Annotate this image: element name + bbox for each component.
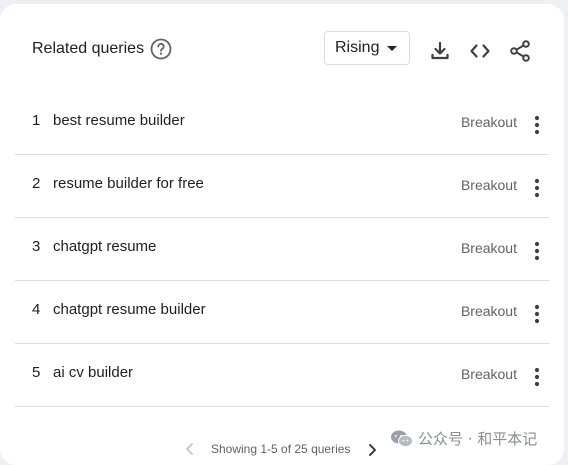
query-link[interactable]: chatgpt resume builder	[53, 301, 206, 318]
watermark: 公众号 · 和平本记	[390, 428, 537, 449]
pagination-info: Showing 1-5 of 25 queries	[211, 442, 351, 456]
list-item[interactable]: 2 resume builder for free Breakout	[15, 155, 549, 218]
query-link[interactable]: resume builder for free	[53, 175, 204, 192]
download-icon[interactable]	[428, 39, 452, 63]
more-vert-icon[interactable]	[534, 178, 540, 198]
rank-number: 5	[32, 364, 41, 381]
query-value: Breakout	[460, 366, 517, 382]
query-value: Breakout	[460, 177, 517, 193]
watermark-text: 公众号 · 和平本记	[418, 430, 538, 448]
card-title: Related queries	[32, 40, 145, 57]
chevron-right-icon[interactable]	[366, 443, 378, 457]
query-link[interactable]: best resume builder	[53, 112, 185, 129]
wechat-icon	[391, 430, 413, 447]
query-link[interactable]: chatgpt resume	[53, 238, 156, 255]
dropdown-arrow-icon	[387, 46, 397, 51]
filter-select[interactable]: Rising	[324, 31, 410, 65]
rank-number: 1	[32, 112, 41, 129]
card-header: Related queries Rising	[0, 4, 564, 92]
list-item[interactable]: 1 best resume builder Breakout	[15, 92, 549, 155]
more-vert-icon[interactable]	[534, 304, 540, 324]
more-vert-icon[interactable]	[534, 367, 540, 387]
help-icon[interactable]	[150, 38, 172, 60]
more-vert-icon[interactable]	[534, 241, 540, 261]
list-item[interactable]: 5 ai cv builder Breakout	[15, 344, 549, 407]
query-value: Breakout	[460, 114, 517, 130]
filter-select-value: Rising	[335, 39, 380, 56]
rank-number: 2	[32, 175, 41, 192]
query-value: Breakout	[460, 240, 517, 256]
list-item[interactable]: 3 chatgpt resume Breakout	[15, 218, 549, 281]
more-vert-icon[interactable]	[534, 115, 540, 135]
queries-list: 1 best resume builder Breakout 2 resume …	[15, 92, 549, 407]
chevron-left-icon[interactable]	[184, 442, 196, 456]
list-item[interactable]: 4 chatgpt resume builder Breakout	[15, 281, 549, 344]
query-link[interactable]: ai cv builder	[53, 364, 133, 381]
related-queries-card: Related queries Rising 1 best resume bui…	[0, 4, 564, 465]
rank-number: 4	[32, 301, 41, 318]
query-value: Breakout	[460, 303, 517, 319]
rank-number: 3	[32, 238, 41, 255]
code-embed-icon[interactable]	[468, 39, 492, 63]
share-icon[interactable]	[508, 39, 532, 63]
